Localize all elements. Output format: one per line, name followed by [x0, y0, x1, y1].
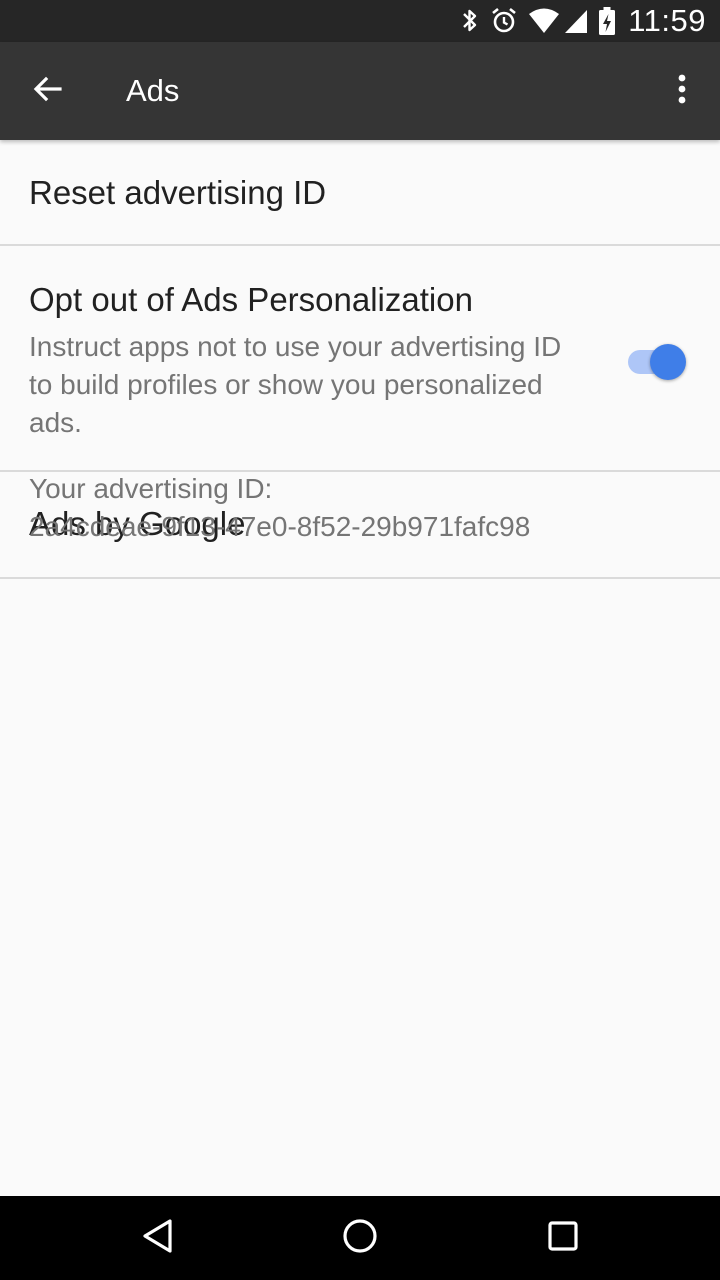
battery-charging-icon [598, 6, 616, 36]
back-button[interactable] [24, 67, 72, 115]
pref-title: Reset advertising ID [29, 174, 327, 211]
more-options-button[interactable] [658, 67, 706, 115]
advertising-id-label: Your advertising ID: [29, 473, 273, 504]
clock: 11:59 [628, 3, 706, 38]
page-title: Ads [126, 73, 180, 108]
back-triangle-icon [141, 1218, 175, 1259]
bluetooth-icon [460, 7, 480, 35]
nav-recents-button[interactable] [539, 1214, 587, 1262]
arrow-back-icon [32, 73, 64, 110]
recents-square-icon [547, 1220, 579, 1257]
home-circle-icon [342, 1218, 378, 1259]
advertising-id-value: 2a4cdeae-9f13-47e0-8f52-29b971fafc98 [29, 511, 531, 542]
advertising-id-info: Your advertising ID: 2a4cdeae-9f13-47e0-… [29, 470, 530, 546]
app-bar: Ads [0, 42, 720, 140]
nav-home-button[interactable] [336, 1214, 384, 1262]
toggle-thumb [650, 344, 686, 380]
opt-out-toggle[interactable] [628, 339, 688, 385]
reset-advertising-id-item[interactable]: Reset advertising ID [0, 140, 720, 246]
more-vert-icon [677, 73, 687, 110]
opt-out-personalization-item[interactable]: Opt out of Ads Personalization Instruct … [0, 246, 720, 472]
pref-title: Opt out of Ads Personalization [29, 281, 473, 318]
status-icons: 11:59 [450, 0, 706, 42]
alarm-icon [490, 7, 518, 35]
pref-summary: Instruct apps not to use your advertisin… [29, 331, 562, 438]
navigation-bar [0, 1196, 720, 1280]
status-bar: 11:59 [0, 0, 720, 42]
nav-back-button[interactable] [134, 1214, 182, 1262]
wifi-icon [528, 8, 560, 34]
cell-signal-icon [564, 8, 588, 34]
